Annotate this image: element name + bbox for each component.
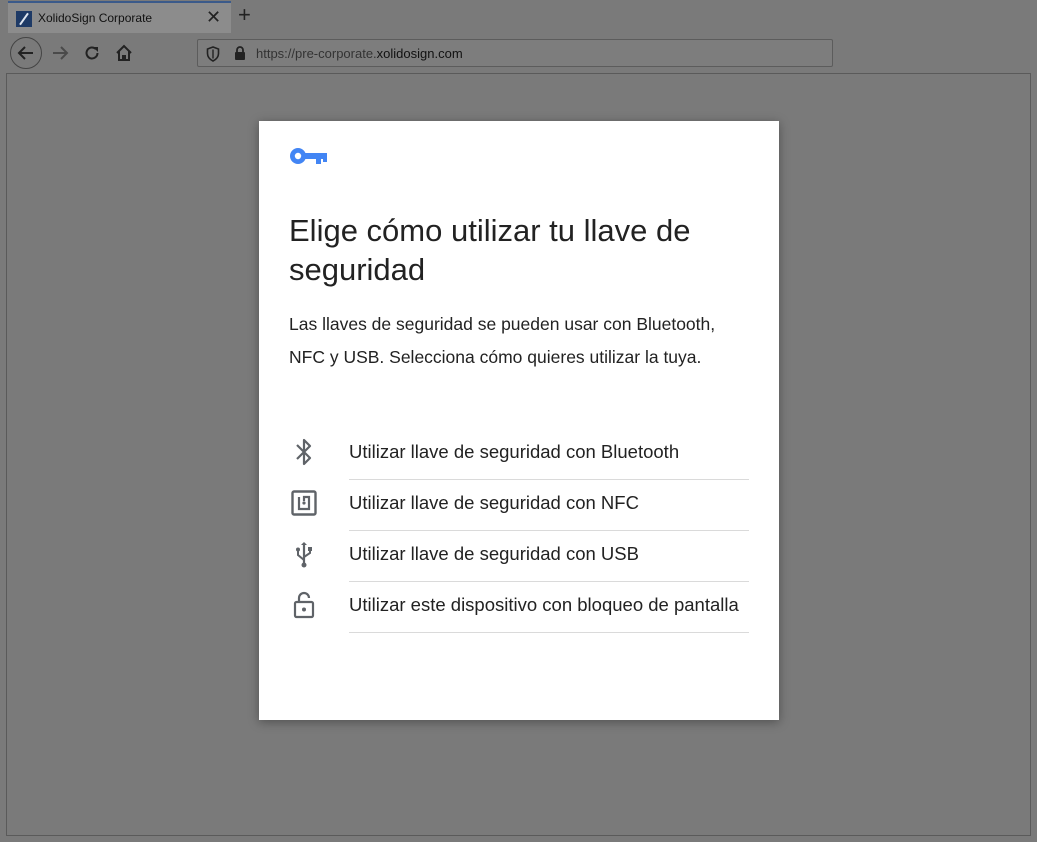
nfc-icon <box>289 488 319 518</box>
tab-title: XolidoSign Corporate <box>38 11 153 25</box>
key-icon <box>290 148 327 164</box>
option-screen-lock[interactable]: Utilizar este dispositivo con bloqueo de… <box>289 582 749 633</box>
reload-button[interactable] <box>76 37 108 69</box>
forward-arrow-icon <box>53 46 69 60</box>
navigation-bar: https://pre-corporate.xolidosign.com <box>0 33 1037 73</box>
url-prefix: https://pre-corporate. <box>256 46 377 61</box>
new-tab-icon[interactable]: + <box>238 3 251 27</box>
home-icon <box>116 44 132 61</box>
url-text: https://pre-corporate.xolidosign.com <box>256 46 463 61</box>
back-arrow-icon <box>17 46 33 60</box>
reload-icon <box>85 46 99 60</box>
unlock-icon <box>289 590 319 620</box>
close-tab-icon[interactable]: ✕ <box>206 7 221 27</box>
back-button[interactable] <box>10 37 42 69</box>
bluetooth-icon <box>289 437 319 467</box>
option-bluetooth[interactable]: Utilizar llave de seguridad con Bluetoot… <box>289 429 749 480</box>
tracking-shield-icon[interactable] <box>206 46 220 62</box>
tab-strip: XolidoSign Corporate ✕ + <box>0 0 1037 33</box>
dialog-title: Elige cómo utilizar tu llave de segurida… <box>289 213 691 287</box>
dialog-description: Las llaves de seguridad se pueden usar c… <box>289 314 716 367</box>
option-label: Utilizar llave de seguridad con Bluetoot… <box>349 429 749 480</box>
lock-icon[interactable] <box>234 46 246 61</box>
option-label: Utilizar llave de seguridad con USB <box>349 531 749 582</box>
option-usb[interactable]: Utilizar llave de seguridad con USB <box>289 531 749 582</box>
usb-icon <box>289 539 319 569</box>
home-button[interactable] <box>108 37 140 69</box>
browser-tab[interactable]: XolidoSign Corporate ✕ <box>8 1 231 33</box>
option-label: Utilizar este dispositivo con bloqueo de… <box>349 582 749 633</box>
transport-options-list: Utilizar llave de seguridad con Bluetoot… <box>289 429 749 633</box>
forward-button[interactable] <box>44 37 76 69</box>
url-domain: xolidosign.com <box>376 46 463 61</box>
address-bar[interactable]: https://pre-corporate.xolidosign.com <box>197 39 833 67</box>
security-key-dialog: Elige cómo utilizar tu llave de segurida… <box>259 121 779 720</box>
option-nfc[interactable]: Utilizar llave de seguridad con NFC <box>289 480 749 531</box>
option-label: Utilizar llave de seguridad con NFC <box>349 480 749 531</box>
site-favicon-icon <box>16 11 32 27</box>
